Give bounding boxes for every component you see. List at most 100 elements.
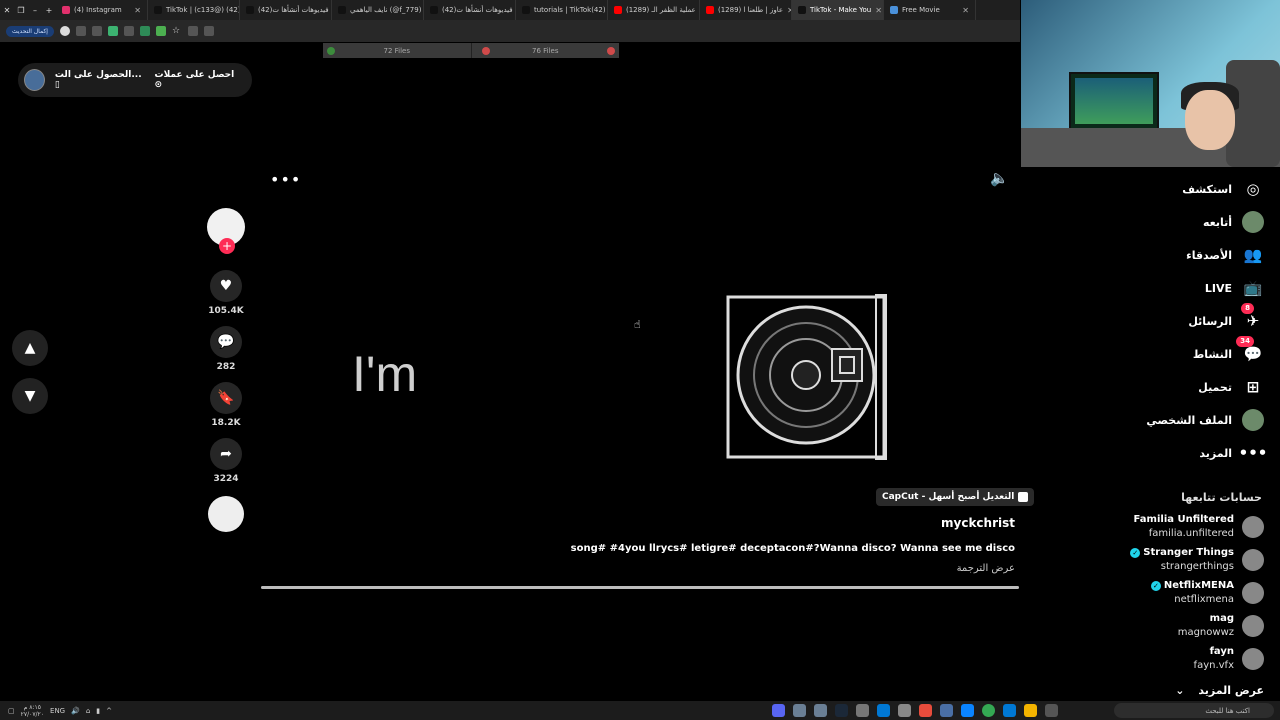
sidebar-item-label: LIVE	[1204, 281, 1232, 295]
extension-icon[interactable]	[107, 26, 118, 36]
tab-favicon	[890, 6, 898, 14]
chrome-icon[interactable]	[982, 704, 995, 717]
next-video-button[interactable]: ▼	[12, 378, 48, 414]
verified-badge-icon: ✓	[1130, 548, 1141, 558]
followed-account[interactable]: ✓ Stranger Things strangerthings	[1130, 546, 1264, 574]
music-avatar[interactable]	[208, 496, 244, 532]
network-icon[interactable]: ⌂	[86, 707, 90, 715]
follow-plus-icon[interactable]: +	[219, 238, 235, 254]
account-name: Familia Unfiltered	[1133, 514, 1234, 525]
edge-icon[interactable]	[961, 704, 974, 717]
browser-tab[interactable]: TikTok - Make You ✕	[792, 0, 884, 20]
app-icon[interactable]	[772, 704, 785, 717]
settings-icon[interactable]	[856, 704, 869, 717]
volume-tray-icon[interactable]: 🔊	[71, 707, 80, 715]
video-progress-bar[interactable]	[261, 586, 1019, 589]
account-name: fayn	[1209, 646, 1234, 657]
comment-button[interactable]: 💬	[210, 326, 242, 358]
update-button[interactable]: إكمال التحديث	[6, 25, 54, 37]
share-button[interactable]: ➦	[210, 438, 242, 470]
account-name: Stranger Things	[1143, 547, 1234, 558]
sidebar-item-compass[interactable]: استكشف ◎	[1182, 178, 1264, 200]
close-tab-icon[interactable]: ✕	[962, 6, 969, 15]
taskbar-search-input[interactable]: اكتب هنا للبحث	[1114, 703, 1274, 718]
creator-avatar[interactable]: +	[207, 208, 245, 254]
sidebar-item-profile[interactable]: الملف الشخصي	[1146, 409, 1264, 431]
more-options-icon[interactable]: •••	[270, 170, 301, 189]
star-icon[interactable]: ☆	[172, 26, 182, 36]
sidebar-item-more[interactable]: المزيد •••	[1199, 442, 1267, 464]
show-hidden-icons[interactable]: ^	[106, 707, 112, 715]
file-count-right: 76 Files	[470, 43, 620, 58]
browser-tab[interactable]: Free Movie ✕	[884, 0, 976, 20]
app-icon[interactable]	[898, 704, 911, 717]
restore-window-icon[interactable]: ❐	[14, 6, 28, 15]
video-author[interactable]: myckchrist	[941, 516, 1015, 530]
browser-tab[interactable]: نايف الياهمي (@f_779)✕	[332, 0, 424, 20]
browser-tab[interactable]: tutorials | TikTok(42)✕	[516, 0, 608, 20]
followed-account[interactable]: fayn fayn.vfx	[1194, 645, 1264, 673]
save-button[interactable]: 🔖	[210, 382, 242, 414]
sidebar-item-friends[interactable]: الأصدقاء 👥	[1186, 244, 1264, 266]
task-view-icon[interactable]	[1045, 704, 1058, 717]
tab-favicon	[522, 6, 530, 14]
steam-icon[interactable]	[835, 704, 848, 717]
browser-tab[interactable]: (42)فيديوهات أنشأها ت✕	[240, 0, 332, 20]
like-button[interactable]: ♥	[210, 270, 242, 302]
followed-account[interactable]: mag magnowwz	[1178, 612, 1264, 640]
language-indicator[interactable]: ENG	[50, 707, 65, 715]
close-tab-icon[interactable]: ✕	[134, 6, 141, 15]
see-translation-link[interactable]: عرض الترجمة	[957, 563, 1015, 574]
battery-icon[interactable]: ▮	[96, 707, 100, 715]
sidebar-item-messages[interactable]: الرسائل ✈ 8	[1188, 303, 1264, 332]
sidebar-item-activity[interactable]: النشاط 💬 34	[1193, 336, 1264, 365]
sidebar-item-label: الملف الشخصي	[1146, 413, 1232, 427]
notification-icon[interactable]: ▢	[8, 707, 15, 715]
account-handle: magnowwz	[1177, 627, 1234, 638]
followed-account[interactable]: Familia Unfiltered familia.unfiltered	[1134, 513, 1264, 541]
store-icon[interactable]	[1003, 704, 1016, 717]
close-window-icon[interactable]: ✕	[0, 6, 14, 15]
friends-icon: 👥	[1243, 246, 1263, 264]
get-app-link[interactable]: الحصول على الت... ▯	[55, 70, 145, 90]
close-tab-icon[interactable]: ✕	[875, 6, 882, 15]
followed-account[interactable]: ✓ NetflixMENA netflixmena	[1150, 579, 1264, 607]
account-handle: strangerthings	[1160, 561, 1234, 572]
file-count-text: 76 Files	[532, 46, 559, 55]
browser-tab[interactable]: (4) Instagram ✕	[56, 0, 148, 20]
extension-icon[interactable]	[91, 26, 102, 36]
extension-icon[interactable]	[155, 26, 166, 36]
account-avatar	[1242, 615, 1264, 637]
app-icon[interactable]	[877, 704, 890, 717]
file-explorer-icon[interactable]	[1024, 704, 1037, 717]
extension-icon[interactable]	[203, 26, 214, 36]
browser-tab[interactable]: (1289) عاوز | طلعنا ا✕	[700, 0, 792, 20]
sidebar-item-live[interactable]: LIVE 📺	[1205, 277, 1264, 299]
volume-icon[interactable]: 🔈	[990, 169, 1009, 187]
profile-icon[interactable]	[59, 26, 70, 36]
capcut-effect-tag[interactable]: CapCut - التعديل أصبح أسهل	[876, 488, 1035, 506]
see-more-button[interactable]: ⌄ عرض المزيد	[1175, 684, 1264, 697]
browser-tab[interactable]: TikTok | (c133@) (42)✕	[148, 0, 240, 20]
sidebar-item-following[interactable]: أتابعه	[1203, 211, 1264, 233]
extension-icon[interactable]	[187, 26, 198, 36]
compass-icon: ◎	[1246, 180, 1260, 198]
new-tab-button[interactable]: +	[42, 6, 56, 15]
browser-tab[interactable]: (1289) عملية الظفر الـ✕	[608, 0, 700, 20]
notification-badge: 34	[1236, 336, 1254, 347]
get-coins-link[interactable]: احصل على عملات ⊙	[155, 70, 240, 90]
previous-video-button[interactable]: ▲	[12, 330, 48, 366]
extension-icon[interactable]	[75, 26, 86, 36]
app-icon[interactable]	[814, 704, 827, 717]
following-accounts-header: حسابات تتابعها	[1181, 491, 1262, 504]
app-icon[interactable]	[940, 704, 953, 717]
extension-icon[interactable]	[139, 26, 150, 36]
avatar[interactable]	[24, 69, 45, 91]
app-icon[interactable]	[919, 704, 932, 717]
browser-tab[interactable]: (42)فيديوهات أنشأها ت✕	[424, 0, 516, 20]
extension-icon[interactable]	[123, 26, 134, 36]
app-icon[interactable]	[793, 704, 806, 717]
clock[interactable]: ٨:١٥ م ٢٧/٠٧/٢٠	[21, 704, 44, 718]
sidebar-item-upload[interactable]: تحميل ⊞	[1198, 376, 1264, 398]
minimize-window-icon[interactable]: –	[28, 6, 42, 15]
